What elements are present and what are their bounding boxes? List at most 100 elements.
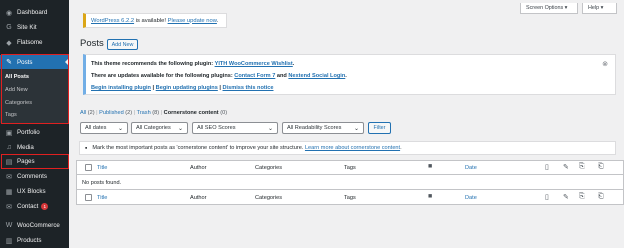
chevron-down-icon: ⌄ <box>267 126 273 132</box>
sidebar-item-ux-blocks[interactable]: ▦ UX Blocks <box>0 186 69 197</box>
sidebar-item-comments[interactable]: ✉ Comments <box>0 171 69 182</box>
readability-filter-value: All Readability Scores <box>287 125 342 131</box>
column-title-header[interactable]: Title <box>97 165 107 171</box>
sitekit-icon: G <box>6 24 12 31</box>
update-now-link[interactable]: Please update now <box>168 18 217 24</box>
post-status-views: All (2) | Published (2) | Trash (8) | Co… <box>80 110 227 116</box>
cornerstone-hint: ▪ Mark the most important posts as 'corne… <box>79 141 616 155</box>
chevron-down-icon: ⌄ <box>353 126 359 132</box>
view-all-link[interactable]: All (2) <box>80 110 95 116</box>
column-date-footer[interactable]: Date <box>465 195 477 201</box>
seo-score-column-icon: ▯ <box>545 164 549 171</box>
sidebar-item-label: Portfolio <box>17 129 40 136</box>
sidebar-item-dashboard[interactable]: ◉ Dashboard <box>0 7 69 18</box>
readability-filter-select[interactable]: All Readability Scores ⌄ <box>282 122 364 134</box>
seo-score-filter-select[interactable]: All SEO Scores ⌄ <box>192 122 278 134</box>
view-cornerstone-link[interactable]: Cornerstone content (0) <box>164 110 227 116</box>
sidebar-item-label: Comments <box>17 173 47 180</box>
dates-filter-select[interactable]: All dates ⌄ <box>80 122 128 134</box>
plugin-notice-line1: This theme recommends the following plug… <box>91 61 294 67</box>
begin-updating-link[interactable]: Begin updating plugins <box>156 85 218 91</box>
hint-text: Mark the most important posts as 'corner… <box>92 145 305 151</box>
highlight-posts-menu <box>1 54 69 124</box>
select-all-checkbox[interactable] <box>85 164 92 171</box>
sidebar-item-site-kit[interactable]: G Site Kit <box>0 22 69 33</box>
comments-column-icon[interactable]: ■ <box>428 193 432 200</box>
nextend-social-login-link[interactable]: Nextend Social Login <box>288 73 345 79</box>
view-cornerstone-count: (0) <box>218 110 228 116</box>
column-author-footer: Author <box>190 195 207 201</box>
sidebar-item-label: UX Blocks <box>17 188 46 195</box>
sidebar-item-woocommerce[interactable]: W WooCommerce <box>0 220 69 231</box>
incoming-links-column-icon: ⎗ <box>598 163 604 170</box>
help-button[interactable]: Help ▾ <box>582 3 617 14</box>
screen-options-button[interactable]: Screen Options ▾ <box>520 3 578 14</box>
seo-filter-value: All SEO Scores <box>197 125 236 131</box>
learn-more-cornerstone-link[interactable]: Learn more about cornerstone content <box>305 145 400 151</box>
admin-sidebar: ◉ Dashboard G Site Kit ◆ Flatsome ✎ Posts Al… <box>0 0 69 248</box>
plugin-notice-text: There are updates available for the foll… <box>91 73 235 79</box>
view-published-label: Published <box>99 110 124 116</box>
dashboard-icon: ◉ <box>5 9 13 17</box>
contact-icon: ✉ <box>6 203 12 211</box>
sidebar-item-label: Products <box>17 237 42 244</box>
info-icon: ▪ <box>85 144 88 152</box>
notification-badge: 1 <box>41 203 49 210</box>
dismiss-notice-link[interactable]: Dismiss this notice <box>223 85 274 91</box>
yith-wishlist-link[interactable]: YITH WooCommerce Wishlist <box>215 61 293 67</box>
view-published-count: (2) <box>123 110 133 116</box>
contact-form-7-link[interactable]: Contact Form 7 <box>234 73 275 79</box>
filter-button-label: Filter <box>373 125 386 131</box>
plugin-notice-line2: There are updates available for the foll… <box>91 73 347 79</box>
woocommerce-icon: W <box>5 222 13 229</box>
view-trash-label: Trash <box>136 110 151 116</box>
sidebar-item-label: WooCommerce <box>17 222 60 229</box>
column-tags-header: Tags <box>344 165 356 171</box>
comments-column-icon[interactable]: ■ <box>428 163 432 170</box>
highlight-pages-menu <box>1 154 69 169</box>
view-cornerstone-label: Cornerstone content <box>163 110 219 116</box>
categories-filter-value: All Categories <box>136 125 171 131</box>
view-trash-count: (8) <box>150 110 160 116</box>
column-tags-footer: Tags <box>344 195 356 201</box>
view-all-count: (2) <box>86 110 95 116</box>
portfolio-icon: ▣ <box>5 129 13 137</box>
sidebar-item-label: Media <box>17 144 34 151</box>
plugin-notice: This theme recommends the following plug… <box>83 54 616 95</box>
seo-score-column-icon: ▯ <box>545 194 549 201</box>
no-posts-found-text: No posts found. <box>82 180 122 186</box>
select-all-checkbox-footer[interactable] <box>85 194 92 201</box>
update-notice-end: . <box>216 17 219 24</box>
add-new-label: Add New <box>111 41 134 48</box>
update-notice: WordPress 6.2.2 is available! Please upd… <box>83 13 227 28</box>
column-title-footer[interactable]: Title <box>97 195 107 201</box>
dismiss-icon[interactable]: ⊗ <box>602 60 608 68</box>
sidebar-item-products[interactable]: ▥ Products <box>0 235 69 246</box>
column-date-header[interactable]: Date <box>465 165 477 171</box>
begin-installing-link[interactable]: Begin installing plugin <box>91 85 151 91</box>
sidebar-item-contact[interactable]: ✉ Contact 1 <box>0 201 69 212</box>
chevron-down-icon: ⌄ <box>117 126 123 132</box>
sidebar-item-flatsome[interactable]: ◆ Flatsome <box>0 37 69 48</box>
media-icon: ♫ <box>6 144 12 151</box>
hint-end: . <box>400 145 402 151</box>
wordpress-version-link[interactable]: WordPress 6.2.2 <box>91 18 134 24</box>
help-label: Help ▾ <box>588 5 604 11</box>
view-trash-link[interactable]: Trash (8) <box>137 110 159 116</box>
categories-filter-select[interactable]: All Categories ⌄ <box>131 122 188 134</box>
posts-table-empty-row <box>76 175 624 190</box>
add-new-button[interactable]: Add New <box>107 39 138 50</box>
chevron-down-icon: ⌄ <box>177 126 183 132</box>
sidebar-item-media[interactable]: ♫ Media <box>0 142 69 153</box>
filter-button[interactable]: Filter <box>368 122 391 134</box>
column-author-header: Author <box>190 165 207 171</box>
comments-icon: ✉ <box>6 173 12 181</box>
plugin-notice-and: and <box>275 73 289 79</box>
sidebar-item-label: Dashboard <box>17 9 48 16</box>
outgoing-links-column-icon: ⎘ <box>579 193 585 200</box>
plugin-notice-end: . <box>345 73 347 79</box>
plugin-notice-actions: Begin installing plugin | Begin updating… <box>91 85 274 91</box>
view-published-link[interactable]: Published (2) <box>99 110 132 116</box>
sidebar-item-portfolio[interactable]: ▣ Portfolio <box>0 127 69 138</box>
screen-options-label: Screen Options ▾ <box>526 5 568 11</box>
